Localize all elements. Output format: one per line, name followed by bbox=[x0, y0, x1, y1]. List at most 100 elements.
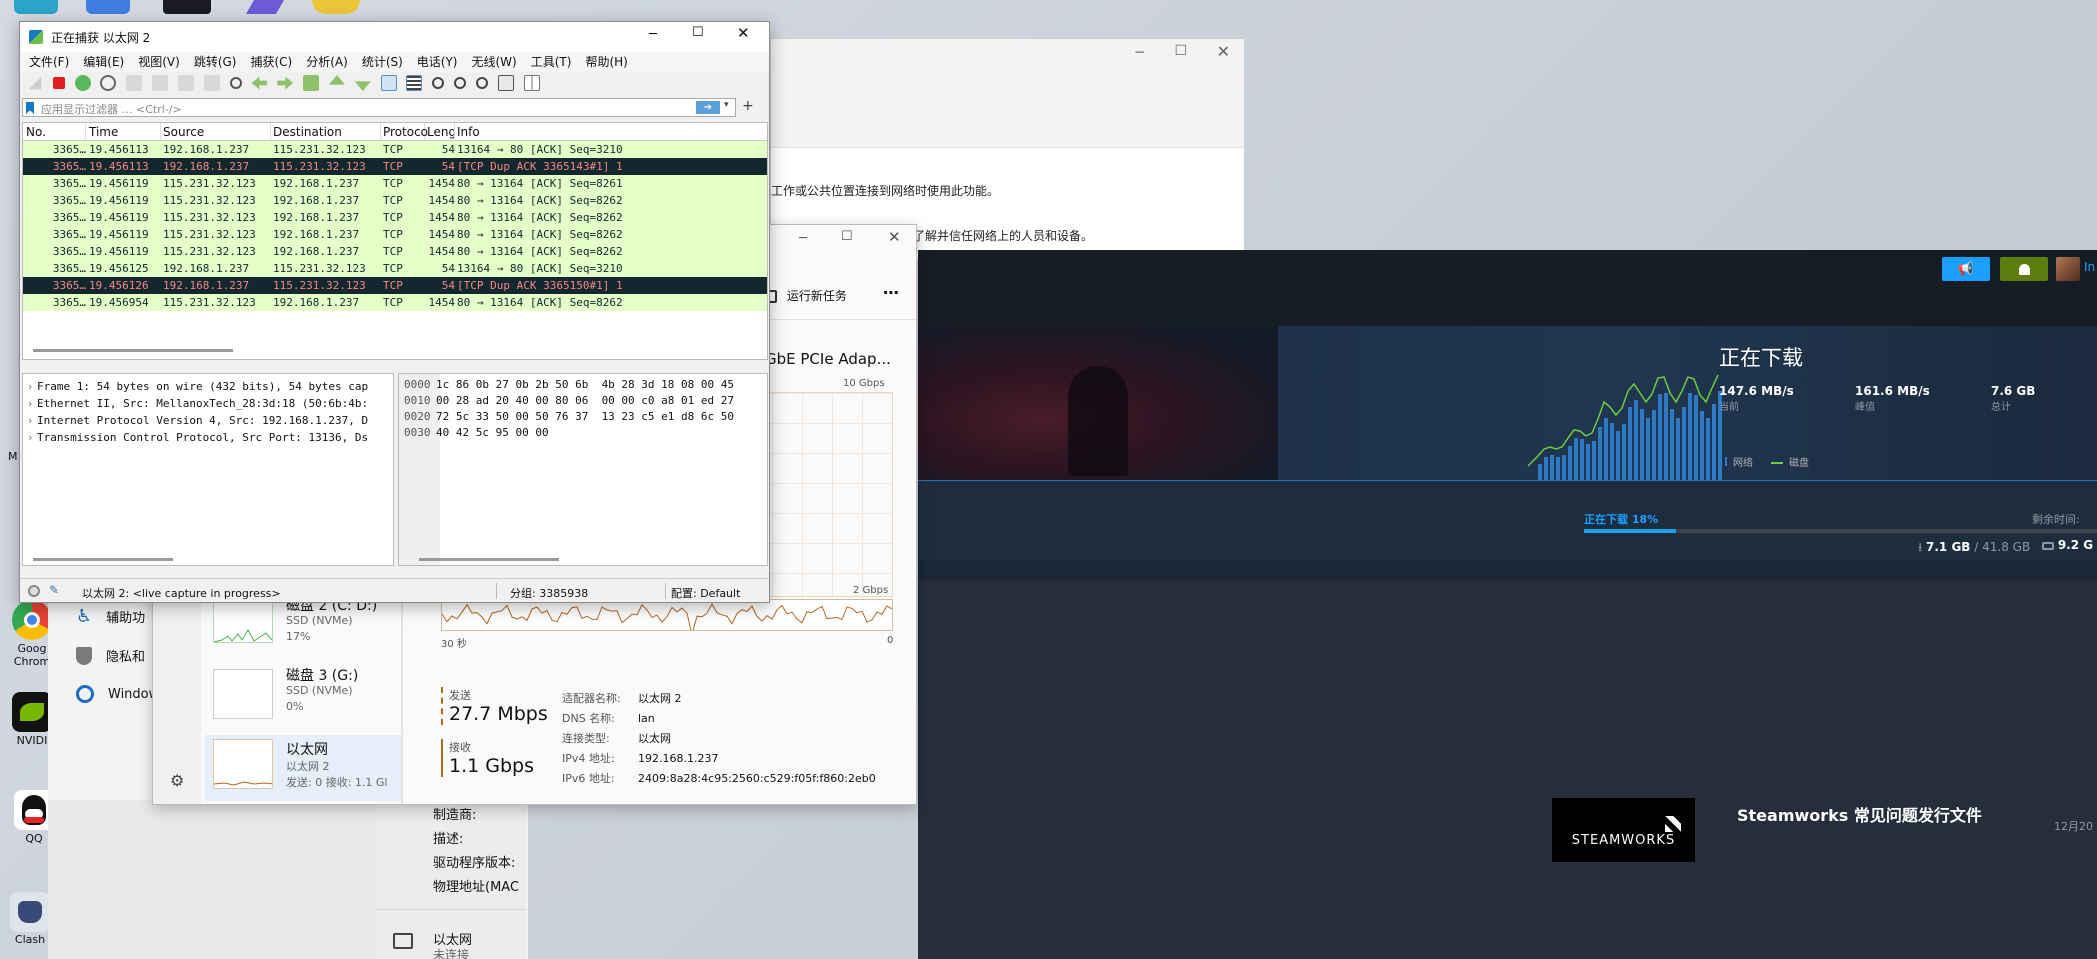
packet-row[interactable]: 3365… 19.456113 192.168.1.237 115.231.32.12… bbox=[23, 141, 767, 158]
resize-columns-icon[interactable] bbox=[497, 75, 514, 91]
run-new-task-button[interactable]: 运行新任务 bbox=[763, 287, 847, 304]
capture-options-icon[interactable] bbox=[100, 75, 117, 91]
hex-row[interactable]: 0030 40 42 5c 95 00 00 bbox=[404, 425, 734, 441]
autoscroll-icon[interactable] bbox=[380, 75, 397, 91]
find-packet-icon[interactable] bbox=[229, 77, 242, 89]
apply-filter-icon[interactable]: ➔ bbox=[696, 101, 720, 114]
packet-row[interactable]: 3365… 19.456119 115.231.32.123 192.168.1.23… bbox=[23, 175, 767, 192]
settings-nav-item[interactable]: 隐私和 bbox=[76, 646, 145, 665]
reload-icon[interactable] bbox=[203, 75, 220, 91]
go-back-icon[interactable] bbox=[251, 76, 268, 90]
col-time[interactable]: Time bbox=[89, 123, 161, 141]
detail-ethernet[interactable]: › Ethernet II, Src: MellanoxTech_28:3d:18… bbox=[23, 395, 393, 412]
settings-nav-item[interactable]: ♿ 辅助功 bbox=[76, 606, 145, 627]
legend-network[interactable]: 网络 bbox=[1719, 454, 1753, 469]
first-packet-icon[interactable] bbox=[328, 75, 345, 85]
menu-item[interactable]: 统计(S) bbox=[355, 52, 410, 72]
desktop-icon-top-2[interactable] bbox=[86, 0, 130, 14]
close-file-icon[interactable] bbox=[177, 75, 194, 91]
col-info[interactable]: Info bbox=[457, 123, 480, 141]
menu-item[interactable]: 文件(F) bbox=[22, 52, 76, 72]
ethernet-adapter-item[interactable]: 以太网 未连接 bbox=[393, 929, 523, 959]
packet-row[interactable]: 3365… 19.456119 115.231.32.123 192.168.1.23… bbox=[23, 226, 767, 243]
detail-ip[interactable]: › Internet Protocol Version 4, Src: 192.1… bbox=[23, 412, 393, 429]
menu-item[interactable]: 视图(V) bbox=[131, 52, 187, 72]
packet-row[interactable]: 3365… 19.456119 115.231.32.123 192.168.1.23… bbox=[23, 209, 767, 226]
colorize-icon[interactable] bbox=[406, 75, 423, 91]
col-source[interactable]: Source bbox=[163, 123, 271, 141]
minimize-icon[interactable]: ─ bbox=[1136, 45, 1144, 61]
expert-info-icon[interactable] bbox=[28, 585, 40, 597]
username[interactable]: In bbox=[2084, 260, 2095, 274]
news-title[interactable]: Steamworks 常见问题发行文件 bbox=[1737, 802, 1982, 826]
go-to-packet-icon[interactable] bbox=[303, 75, 320, 91]
close-icon[interactable]: ✕ bbox=[1217, 42, 1230, 61]
detail-tcp[interactable]: › Transmission Control Protocol, Src Port… bbox=[23, 429, 393, 446]
open-file-icon[interactable] bbox=[126, 75, 143, 91]
packet-row[interactable]: 3365… 19.456119 115.231.32.123 192.168.1.23… bbox=[23, 192, 767, 209]
menu-item[interactable]: 跳转(G) bbox=[187, 52, 244, 72]
details-hscroll[interactable] bbox=[33, 558, 173, 561]
maximize-icon[interactable]: ☐ bbox=[841, 229, 853, 244]
minimize-icon[interactable]: ─ bbox=[799, 231, 807, 246]
notification-button[interactable] bbox=[2000, 257, 2048, 281]
menu-item[interactable]: 分析(A) bbox=[299, 52, 355, 72]
device-disk-3[interactable]: 磁盘 3 (G:) SSD (NVMe) 0% bbox=[205, 665, 401, 731]
desktop-icon-top-3[interactable] bbox=[163, 0, 211, 14]
hex-row[interactable]: 0000 1c 86 0b 27 0b 2b 50 6b 4b 28 3d 18 … bbox=[404, 377, 734, 393]
layout-icon[interactable] bbox=[523, 75, 540, 91]
settings-gear-icon[interactable]: ⚙ bbox=[170, 771, 184, 790]
last-packet-icon[interactable] bbox=[354, 81, 371, 91]
normal-size-icon[interactable] bbox=[475, 77, 488, 89]
packet-row[interactable]: 3365… 19.456119 115.231.32.123 192.168.1.23… bbox=[23, 243, 767, 260]
display-filter-input[interactable]: 应用显示过滤器 … <Ctrl-/> ➔ ▾ bbox=[22, 98, 736, 117]
menu-item[interactable]: 电话(Y) bbox=[410, 52, 465, 72]
packet-row[interactable]: 3365… 19.456126 192.168.1.237 115.231.32.12… bbox=[23, 277, 767, 294]
col-length[interactable]: Lengt bbox=[427, 123, 455, 141]
save-file-icon[interactable] bbox=[152, 75, 169, 91]
device-ethernet-selected[interactable]: 以太网 以太网 2 发送: 0 接收: 1.1 Gl bbox=[205, 735, 401, 801]
restart-capture-icon[interactable] bbox=[74, 75, 91, 91]
close-icon[interactable]: ✕ bbox=[888, 228, 901, 246]
close-icon[interactable]: ✕ bbox=[737, 24, 750, 42]
menu-item[interactable]: 无线(W) bbox=[465, 52, 524, 72]
col-protocol[interactable]: Protoco bbox=[383, 123, 428, 141]
go-forward-icon[interactable] bbox=[277, 76, 294, 90]
detail-frame[interactable]: › Frame 1: 54 bytes on wire (432 bits), 5… bbox=[23, 378, 393, 395]
clash-shortcut[interactable]: Clash bbox=[8, 892, 52, 946]
desktop-icon-top-1[interactable] bbox=[14, 0, 58, 14]
steamworks-item[interactable]: STEAMWORKS bbox=[1552, 798, 1695, 862]
hex-row[interactable]: 0010 00 28 ad 20 40 00 80 06 00 00 c0 a8 … bbox=[404, 393, 734, 409]
add-filter-button-icon[interactable]: + bbox=[742, 98, 754, 114]
col-no[interactable]: No. bbox=[26, 123, 86, 141]
stop-capture-icon[interactable] bbox=[52, 77, 65, 89]
bytes-hscroll[interactable] bbox=[419, 558, 559, 561]
legend-disk[interactable]: 磁盘 bbox=[1771, 454, 1809, 469]
zoom-in-icon[interactable] bbox=[432, 77, 445, 89]
packet-row[interactable]: 3365… 19.456113 192.168.1.237 115.231.32.12… bbox=[23, 158, 767, 175]
col-destination[interactable]: Destination bbox=[273, 123, 381, 141]
filter-history-icon[interactable]: ▾ bbox=[724, 100, 729, 110]
start-capture-icon[interactable] bbox=[28, 76, 42, 90]
avatar[interactable] bbox=[2056, 257, 2080, 281]
announcement-button[interactable]: 📢 bbox=[1942, 257, 1990, 281]
menu-item[interactable]: 编辑(E) bbox=[76, 52, 131, 72]
menu-item[interactable]: 工具(T) bbox=[524, 52, 579, 72]
desktop-icon-top-5[interactable] bbox=[312, 0, 360, 14]
capture-comment-icon[interactable]: ✎ bbox=[49, 583, 59, 597]
menu-item[interactable]: 捕获(C) bbox=[243, 52, 299, 72]
packet-row[interactable]: 3365… 19.456954 115.231.32.123 192.168.1.23… bbox=[23, 294, 767, 311]
menu-item[interactable]: 帮助(H) bbox=[578, 52, 634, 72]
maximize-icon[interactable]: ☐ bbox=[1174, 43, 1187, 59]
hex-row[interactable]: 0020 72 5c 33 50 00 50 76 37 13 23 c5 e1 … bbox=[404, 409, 734, 425]
packet-row[interactable]: 3365… 19.456125 192.168.1.237 115.231.32.12… bbox=[23, 260, 767, 277]
bookmark-icon[interactable] bbox=[26, 102, 34, 114]
packet-list-hscroll[interactable] bbox=[33, 349, 233, 352]
more-options-icon[interactable]: ⋯ bbox=[883, 283, 899, 302]
maximize-icon[interactable]: ☐ bbox=[692, 25, 704, 40]
status-profile[interactable]: 配置: Default bbox=[671, 585, 740, 601]
settings-nav-item[interactable]: Window bbox=[76, 685, 159, 703]
minimize-icon[interactable]: ─ bbox=[649, 27, 657, 42]
zoom-out-icon[interactable] bbox=[454, 77, 467, 89]
device-disk-2[interactable]: 磁盘 2 (C: D:) SSD (NVMe) 17% bbox=[205, 595, 401, 661]
